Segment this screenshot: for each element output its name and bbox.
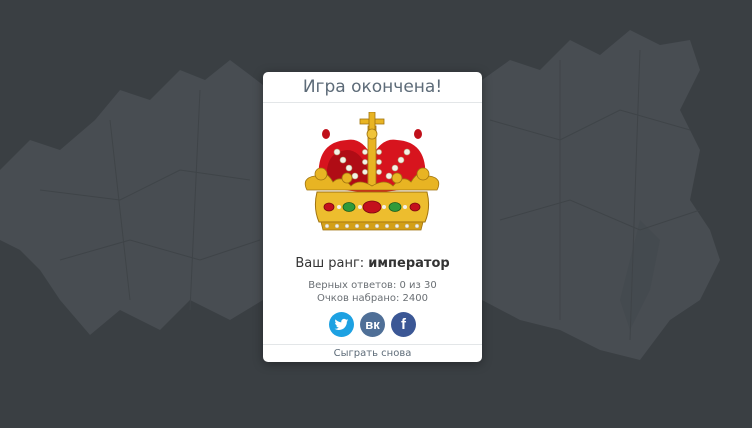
vk-icon: вк — [365, 317, 380, 332]
facebook-share-button[interactable]: f — [391, 312, 416, 337]
social-share-buttons: вк f — [263, 312, 482, 337]
vk-share-button[interactable]: вк — [360, 312, 385, 337]
rank-label: Ваш ранг: — [295, 256, 365, 271]
dialog-title: Игра окончена! — [263, 72, 482, 103]
play-again-button[interactable]: Сыграть снова — [263, 344, 482, 362]
twitter-icon — [334, 318, 349, 330]
stats-block: Верных ответов: 0 из 30 Очков набрано: 2… — [263, 279, 482, 305]
correct-answers-line: Верных ответов: 0 из 30 — [308, 280, 437, 291]
rank-line: Ваш ранг: император — [263, 256, 482, 271]
rank-value: император — [368, 256, 450, 271]
facebook-icon: f — [401, 316, 406, 333]
score-line: Очков набрано: 2400 — [317, 293, 428, 304]
twitter-share-button[interactable] — [329, 312, 354, 337]
game-over-dialog: Игра окончена! Ваш ранг: император Верны… — [263, 72, 482, 362]
crown-icon — [304, 112, 440, 231]
